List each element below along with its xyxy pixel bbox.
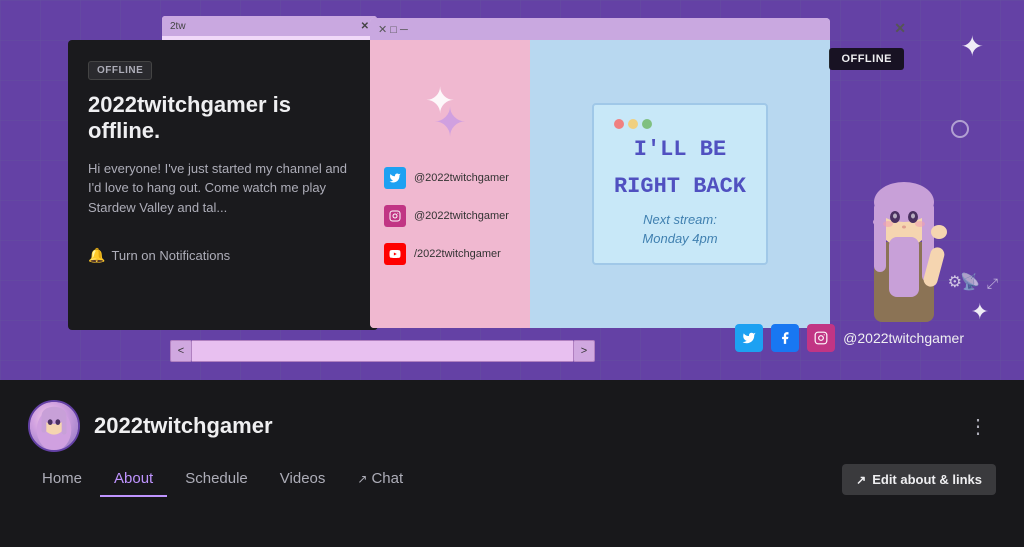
banner-scrollbar: < > (170, 340, 595, 362)
profile-bar: 2022twitchgamer ⋮ Home About Schedule Vi… (0, 380, 1024, 547)
edit-icon: ↗ (856, 473, 866, 487)
tab-home[interactable]: Home (28, 462, 96, 497)
banner-facebook-icon[interactable] (771, 324, 799, 352)
character-body (839, 152, 969, 352)
rightback-titlebar (614, 119, 746, 129)
tab-chat[interactable]: ↗ Chat (343, 462, 417, 497)
close-icon: ✕ (361, 21, 369, 32)
character-figure (839, 152, 969, 352)
max-dot (642, 119, 652, 129)
twitter-handle: @2022twitchgamer (414, 172, 509, 184)
more-options-button[interactable]: ⋮ (960, 410, 996, 443)
sparkle-small-bottom: ✦ (971, 299, 989, 325)
circle-decoration (951, 120, 969, 138)
social-item-youtube: /2022twitchgamer (384, 243, 516, 265)
tab-about[interactable]: About (100, 462, 167, 497)
banner-username: @2022twitchgamer (843, 330, 964, 346)
banner-social-bar: @2022twitchgamer (735, 324, 964, 352)
bell-icon: 🔔 (88, 247, 105, 264)
social-item-instagram: @2022twitchgamer (384, 205, 516, 227)
profile-left: 2022twitchgamer (28, 400, 273, 452)
tab-videos[interactable]: Videos (266, 462, 340, 497)
offline-title: 2022twitchgamer is offline. (88, 92, 358, 145)
edit-button-label: Edit about & links (872, 472, 982, 487)
main-window: ✕ □ ─ ✦ @2022twitchgamer @2022twitchgame… (370, 18, 830, 328)
banner-close-icon[interactable]: ✕ (894, 20, 906, 37)
top-window-label: 2tw (170, 21, 186, 32)
avatar-svg (30, 402, 78, 450)
expand-icon: ⤢ (987, 275, 998, 292)
character-svg (839, 152, 969, 352)
offline-badge: OFFLINE (88, 61, 152, 80)
offline-panel: OFFLINE 2022twitchgamer is offline. Hi e… (68, 40, 378, 330)
rightback-line1: I'LL BE (614, 137, 746, 163)
banner-offline-badge: OFFLINE (829, 48, 904, 70)
sparkle-decoration: ✦ (384, 103, 516, 143)
banner-twitter-icon[interactable] (735, 324, 763, 352)
min-dot (628, 119, 638, 129)
cast-icon: 📡 (960, 272, 980, 292)
rightback-line2: RIGHT BACK (614, 174, 746, 200)
more-icon: ⋮ (968, 416, 988, 438)
rightback-panel: I'LL BE RIGHT BACK Next stream: Monday 4… (530, 40, 830, 328)
instagram-handle: @2022twitchgamer (414, 210, 509, 222)
main-window-body: ✦ @2022twitchgamer @2022twitchgamer (370, 40, 830, 328)
avatar-image (30, 402, 78, 450)
profile-username: 2022twitchgamer (94, 413, 273, 439)
social-item-twitter: @2022twitchgamer (384, 167, 516, 189)
external-link-icon: ↗ (357, 472, 367, 486)
banner: 2tw ✕ ✕ OFFLINE 2022twitchgamer is offli… (0, 0, 1024, 380)
rightback-box: I'LL BE RIGHT BACK Next stream: Monday 4… (592, 103, 768, 265)
profile-top: 2022twitchgamer ⋮ (0, 380, 1024, 462)
top-window-titlebar: 2tw ✕ (162, 16, 377, 36)
instagram-icon (384, 205, 406, 227)
next-stream-label: Next stream: Monday 4pm (614, 210, 746, 249)
youtube-handle: /2022twitchgamer (414, 248, 501, 260)
edit-about-links-button[interactable]: ↗ Edit about & links (842, 464, 996, 495)
social-panel: ✦ @2022twitchgamer @2022twitchgamer (370, 40, 530, 328)
offline-description: Hi everyone! I've just started my channe… (88, 159, 358, 218)
close-dot (614, 119, 624, 129)
scroll-right-button[interactable]: > (573, 340, 595, 362)
nav-tabs: Home About Schedule Videos ↗ Chat ↗ Edit… (0, 462, 1024, 497)
banner-instagram-icon[interactable] (807, 324, 835, 352)
tab-schedule[interactable]: Schedule (171, 462, 262, 497)
avatar (28, 400, 80, 452)
sparkle-small-top: ✦ (961, 30, 984, 63)
youtube-icon (384, 243, 406, 265)
scroll-track[interactable] (192, 340, 573, 362)
scroll-left-button[interactable]: < (170, 340, 192, 362)
turn-on-notifications-button[interactable]: 🔔 Turn on Notifications (88, 247, 230, 264)
twitter-icon (384, 167, 406, 189)
notif-button-label: Turn on Notifications (111, 248, 230, 263)
main-window-titlebar: ✕ □ ─ (370, 18, 830, 40)
